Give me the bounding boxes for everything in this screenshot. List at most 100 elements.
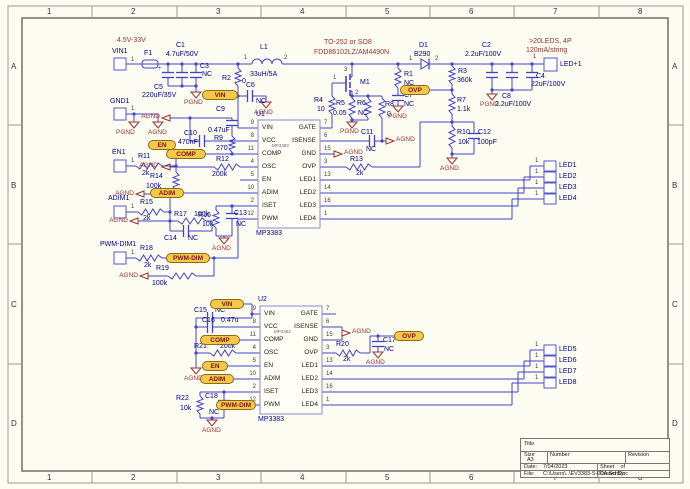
label-components-M1-ref: M1 — [360, 79, 370, 87]
pin-number-u2-right-0: 7 — [326, 305, 329, 313]
label-components-R22-value: 10k — [180, 405, 191, 413]
label-nets-pgnd: PGND — [184, 99, 203, 107]
label-components-M1-pin3: 3 — [344, 66, 347, 74]
label-nets-pgnd: PGND — [388, 113, 407, 121]
label-nets-agnd: AGND — [202, 427, 221, 435]
label-ic-u2: U2 — [258, 296, 267, 304]
zone-col-top-7: 7 — [553, 7, 557, 16]
net-label-en-u2[interactable]: EN — [202, 361, 228, 371]
net-label-comp[interactable]: COMP — [166, 149, 206, 159]
label-misc-pin1: 1 — [131, 105, 134, 113]
pin-number-u1-right-6: 16 — [324, 197, 331, 205]
pin-number-u2-right-1: 6 — [326, 318, 329, 326]
label-components-C3-ref: C3 — [200, 63, 209, 71]
label-ic-part: MP3383 — [256, 230, 282, 238]
label-components-R17-ref: R17 — [174, 211, 187, 219]
net-label-ovp[interactable]: OVP — [400, 85, 430, 95]
zone-row-right-2: B — [672, 181, 677, 190]
label-components-C1-ref: C1 — [176, 42, 185, 50]
label-components-C5-ref: C5 — [154, 84, 163, 92]
label-components-R4-ref: R4 — [314, 97, 323, 105]
label-components-C16-value: 0.47u — [221, 317, 239, 325]
net-label-pwm-dim[interactable]: PWM-DIM — [166, 253, 210, 263]
pin-number-u1-right-2: 15 — [324, 145, 331, 153]
label-misc-pin1: 1 — [131, 249, 134, 257]
net-label-pwm-dim-u2[interactable]: PWM-DIM — [216, 400, 256, 410]
label-components-C10-ref: C10 — [184, 130, 197, 138]
net-label-comp-u2[interactable]: COMP — [200, 335, 240, 345]
label-components-M1-pin1: 1 — [333, 74, 336, 82]
connector-label-led4: LED4 — [559, 195, 577, 203]
label-nets-agnd: AGND — [352, 328, 371, 336]
label-components-R20-ref: R20 — [336, 341, 349, 349]
label-components-C9-ref: C9 — [216, 106, 225, 114]
label-components-R18-ref: R18 — [140, 245, 153, 253]
label-connectors-pwmdim1: PWM-DIM1 — [100, 241, 136, 249]
pin-name-u2-right-1: ISENSE — [276, 323, 318, 330]
label-components-C11-value: NC — [366, 146, 376, 154]
label-components-M1-pin2: 2 — [355, 89, 358, 97]
net-label-vin-u2[interactable]: VIN — [210, 299, 244, 309]
label-nets-agnd: AGND — [440, 165, 459, 173]
label-components-R15-ref: R15 — [140, 199, 153, 207]
label-nets-agnd: AGND — [104, 272, 138, 280]
zone-row-right-3: C — [672, 300, 678, 309]
pin-number-u1-right-5: 14 — [324, 184, 331, 192]
net-label-vin[interactable]: VIN — [202, 90, 238, 100]
pin-number-u1-left-5: 10 — [236, 184, 254, 192]
label-components-C3-value: NC — [202, 71, 212, 79]
label-components-R10-ref: R10 — [457, 129, 470, 137]
label-components-C9-value: 0.47uF — [208, 127, 230, 135]
zone-row-left-3: C — [11, 300, 17, 309]
net-label-adim-u2[interactable]: ADIM — [200, 374, 234, 384]
label-components-C12-ref: C12 — [478, 129, 491, 137]
file-label: File: — [524, 471, 534, 477]
label-nets-agnd: AGND — [148, 129, 167, 137]
pin-number-u2-left-1: 8 — [238, 318, 256, 326]
net-label-adim[interactable]: ADIM — [150, 188, 184, 198]
zone-col-bottom-1: 1 — [47, 473, 51, 482]
net-label-ovp-u2[interactable]: OVP — [394, 331, 424, 341]
label-nets-agnd: AGND — [366, 359, 385, 367]
label-nets-agnd: AGND — [344, 149, 363, 157]
zone-row-right-4: D — [672, 419, 678, 428]
pin-number-u2-left-4: 5 — [238, 357, 256, 365]
label-nets-pgnd: PGND — [116, 129, 135, 137]
label-misc-pin1: 1 — [131, 56, 134, 64]
label-annotations-pkg: TO-252 or SO8 — [324, 39, 372, 47]
label-annotations-input_range: 4.5V-33V — [117, 37, 146, 45]
zone-col-top-6: 6 — [469, 7, 473, 16]
label-components-R13-ref: R13 — [350, 156, 363, 164]
label-misc-pin1: 1 — [244, 54, 247, 62]
label-components-R16-value: 10k — [202, 221, 213, 229]
pin-name-u2-right-5: LED2 — [276, 375, 318, 382]
pin-number-u1-right-0: 7 — [324, 119, 327, 127]
label-components-C18-ref: C18 — [205, 393, 218, 401]
label-components-C14-ref: C14 — [164, 235, 177, 243]
pin-name-u1-left-4: EN — [262, 176, 271, 183]
pin-number-led3: 1 — [535, 179, 538, 187]
label-components-R12-value: 200k — [212, 171, 227, 179]
date-value: 7/04/2023 — [543, 464, 567, 470]
label-components-L1-value: 33uH/5A — [250, 71, 277, 79]
drawn-by-label: Drawn By: — [600, 471, 625, 477]
pin-number-u1-left-4: 5 — [236, 171, 254, 179]
pin-number-u2-right-2: 15 — [326, 331, 333, 339]
label-components-C2-value: 2.2uF/100V — [465, 51, 501, 59]
label-misc-pin1: 1 — [131, 157, 134, 165]
pin-name-u1-right-5: LED2 — [274, 189, 316, 196]
label-misc-pin1: 1 — [131, 203, 134, 211]
label-components-C5-polarity: + — [158, 65, 162, 73]
label-connectors-adim1: ADIM1 — [108, 195, 129, 203]
label-components-R16-ref: R16 — [198, 212, 211, 220]
label-nets-agnd: AGND — [212, 245, 231, 253]
label-components-L1-ref: L1 — [260, 44, 268, 52]
label-components-R6-ref: R6 — [357, 100, 366, 108]
label-connectors-vin1: VIN1 — [112, 48, 128, 56]
sheet-of-label: Sheet of — [600, 464, 625, 470]
title-block: Title Size A3 Number Revision Date: 7/04… — [520, 438, 670, 478]
label-components-R19-value: 100k — [152, 280, 167, 288]
pin-number-led8: 1 — [535, 374, 538, 382]
label-components-R11-value: 2k — [142, 170, 149, 178]
pin-number-u1-left-7: 12 — [236, 210, 254, 218]
